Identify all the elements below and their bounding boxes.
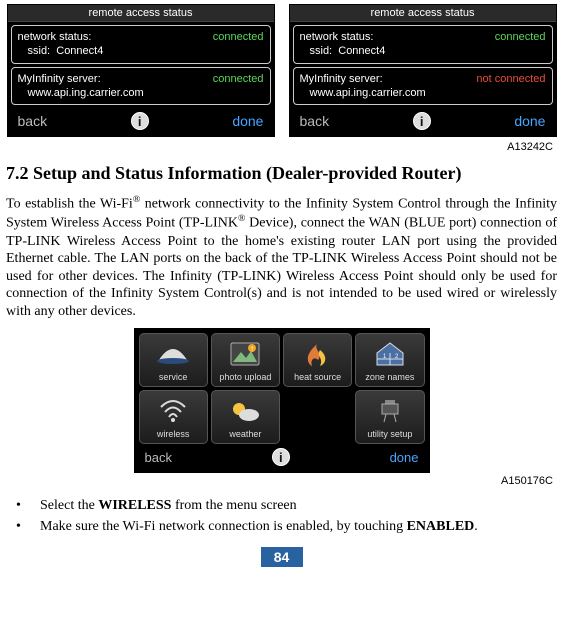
network-status-label: network status:	[18, 30, 92, 44]
server-box: MyInfinity server: connected www.api.ing…	[11, 67, 271, 106]
nav-bar: back i done	[290, 108, 556, 136]
instruction-list: Select the WIRELESS from the menu screen…	[6, 497, 557, 537]
network-box: network status: connected ssid: Connect4	[293, 25, 553, 64]
photo-upload-icon: ↑	[214, 338, 277, 371]
done-button[interactable]: done	[390, 450, 419, 465]
svg-text:↑: ↑	[250, 344, 254, 353]
list-item: Make sure the Wi-Fi network connection i…	[10, 518, 557, 537]
utility-icon	[358, 395, 421, 428]
menu-item-wireless[interactable]: wireless	[139, 390, 208, 444]
menu-item-heat-source[interactable]: heat source	[283, 333, 352, 387]
nav-bar: back i done	[8, 108, 274, 136]
house-icon: 12	[358, 338, 421, 371]
network-status-value: connected	[213, 30, 264, 44]
back-button[interactable]: back	[18, 113, 48, 129]
info-icon[interactable]: i	[131, 112, 149, 130]
server-url: www.api.ing.carrier.com	[310, 86, 426, 100]
back-button[interactable]: back	[145, 450, 172, 465]
page-number: 84	[261, 547, 303, 567]
server-label: MyInfinity server:	[18, 72, 101, 86]
menu-grid: service ↑ photo upload heat source 12 zo…	[135, 329, 429, 444]
menu-item-zone-names[interactable]: 12 zone names	[355, 333, 424, 387]
flame-icon	[286, 338, 349, 371]
server-box: MyInfinity server: not connected www.api…	[293, 67, 553, 106]
back-button[interactable]: back	[300, 113, 330, 129]
screen-not-connected: remote access status network status: con…	[289, 4, 557, 137]
figure-id-top: A13242C	[6, 141, 553, 153]
menu-label: utility setup	[367, 428, 412, 439]
weather-icon	[214, 395, 277, 428]
screen-title: remote access status	[290, 5, 556, 22]
server-status-value: not connected	[476, 72, 545, 86]
server-url: www.api.ing.carrier.com	[28, 86, 144, 100]
menu-item-weather[interactable]: weather	[211, 390, 280, 444]
menu-label: wireless	[157, 428, 190, 439]
menu-label: zone names	[365, 371, 414, 382]
server-status-value: connected	[213, 72, 264, 86]
wifi-icon	[142, 395, 205, 428]
network-box: network status: connected ssid: Connect4	[11, 25, 271, 64]
menu-item-photo-upload[interactable]: ↑ photo upload	[211, 333, 280, 387]
menu-label: photo upload	[219, 371, 271, 382]
server-label: MyInfinity server:	[300, 72, 383, 86]
section-heading: 7.2 Setup and Status Information (Dealer…	[6, 163, 557, 184]
body-paragraph: To establish the Wi-Fi® network connecti…	[6, 194, 557, 320]
done-button[interactable]: done	[232, 113, 263, 129]
network-status-value: connected	[495, 30, 546, 44]
menu-label: weather	[229, 428, 261, 439]
menu-item-service[interactable]: service	[139, 333, 208, 387]
menu-label: heat source	[294, 371, 341, 382]
info-icon[interactable]: i	[413, 112, 431, 130]
menu-item-utility-setup[interactable]: utility setup	[355, 390, 424, 444]
list-item: Select the WIRELESS from the menu screen	[10, 497, 557, 516]
cap-icon	[142, 338, 205, 371]
ssid-label: ssid: Connect4	[28, 44, 104, 58]
ssid-label: ssid: Connect4	[310, 44, 386, 58]
screen-connected: remote access status network status: con…	[7, 4, 275, 137]
nav-bar: back i done	[135, 444, 429, 472]
info-icon[interactable]: i	[272, 448, 290, 466]
menu-item-blank	[283, 390, 352, 444]
figure-id-mid: A150176C	[6, 475, 553, 487]
menu-label: service	[159, 371, 188, 382]
menu-screen: service ↑ photo upload heat source 12 zo…	[134, 328, 430, 473]
network-status-label: network status:	[300, 30, 374, 44]
remote-access-screens: remote access status network status: con…	[6, 4, 557, 137]
done-button[interactable]: done	[514, 113, 545, 129]
screen-title: remote access status	[8, 5, 274, 22]
